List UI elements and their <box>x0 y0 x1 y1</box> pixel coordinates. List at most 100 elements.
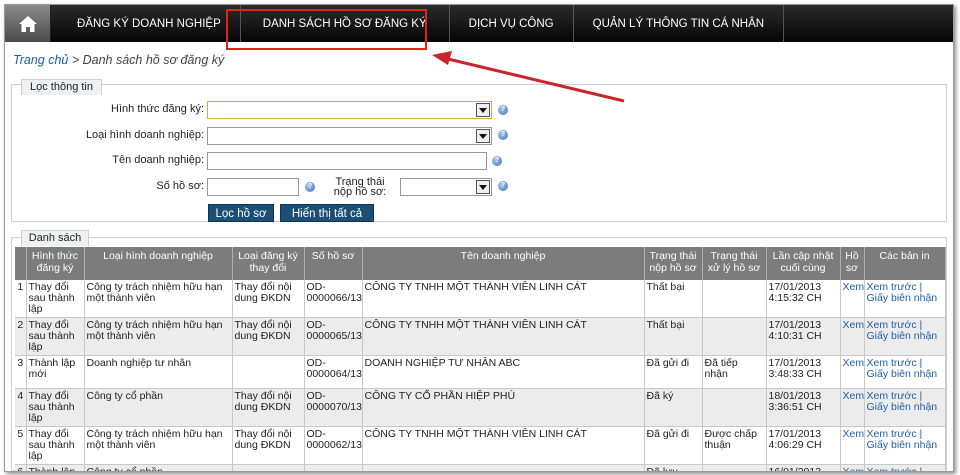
column-header: Trạng thái xử lý hồ sơ <box>702 247 767 280</box>
column-header: Hình thức đăng ký <box>26 247 85 280</box>
file-number-input[interactable] <box>207 178 299 196</box>
business-type-select[interactable] <box>207 127 492 145</box>
processing-status-cell <box>702 388 767 427</box>
list-panel-tab: Danh sách <box>21 230 89 246</box>
business-type-cell: Doanh nghiệp tư nhân <box>84 355 233 389</box>
file-number-cell: OD-0000064/13 <box>304 355 363 389</box>
print-links[interactable]: Xem trước | Giấy biên nhận <box>864 317 946 356</box>
breadcrumb-current: Danh sách hồ sơ đăng ký <box>82 53 225 67</box>
column-header: Loại hình doanh nghiệp <box>84 247 233 280</box>
file-number-cell: OD-0000070/13 <box>304 388 363 427</box>
help-icon[interactable]: ? <box>498 130 508 140</box>
filter-panel-tab: Lọc thông tin <box>21 79 102 95</box>
print-links[interactable]: Xem trước | Giấy biên nhận <box>864 426 946 465</box>
file-number-cell: OD-0000066/13 <box>304 280 363 318</box>
view-link[interactable]: Xem <box>840 388 865 427</box>
submission-status-cell: Thất bại <box>644 317 703 356</box>
change-type-cell: Thay đổi nội dung ĐKDN <box>232 280 305 318</box>
table-header-row: Hình thức đăng ký Loại hình doanh nghiệp… <box>15 247 946 280</box>
nav-public-services[interactable]: DỊCH VỤ CÔNG <box>450 5 574 42</box>
filter-panel: Lọc thông tin Hình thức đăng ký: ? Loại … <box>11 79 947 222</box>
column-header: Loại đăng ký thay đổi <box>232 247 305 280</box>
row-number: 2 <box>15 317 27 356</box>
registration-type-cell: Thành lập mới <box>26 464 85 471</box>
help-icon[interactable]: ? <box>305 182 315 192</box>
processing-status-cell <box>702 317 767 356</box>
change-type-cell: Thay đổi nội dung ĐKDN <box>232 388 305 427</box>
view-link[interactable]: Xem <box>840 426 865 465</box>
last-updated-cell: 17/01/2013 4:06:29 CH <box>766 426 841 465</box>
processing-status-cell: Được chấp thuận <box>702 426 767 465</box>
submission-status-cell: Đã gửi đi <box>644 355 703 389</box>
processing-status-cell <box>702 280 767 318</box>
submission-status-cell: Đã ký <box>644 388 703 427</box>
print-links[interactable]: Xem trước | Giấy biên nhận <box>864 464 946 471</box>
nav-business-registration[interactable]: ĐĂNG KÝ DOANH NGHIỆP <box>51 5 241 42</box>
dropdown-arrow-icon[interactable] <box>476 180 490 194</box>
row-number: 1 <box>15 280 27 318</box>
browser-frame: ĐĂNG KÝ DOANH NGHIỆP DANH SÁCH HỒ SƠ ĐĂN… <box>4 4 954 472</box>
registration-type-cell: Thay đổi sau thành lập <box>26 388 85 427</box>
last-updated-cell: 17/01/2013 4:15:32 CH <box>766 280 841 318</box>
print-links[interactable]: Xem trước | Giấy biên nhận <box>864 280 946 318</box>
file-number-cell <box>304 464 363 471</box>
list-panel: Danh sách Hình thức đăng ký Loại hình do… <box>11 230 947 471</box>
registration-type-cell: Thay đổi sau thành lập <box>26 426 85 465</box>
highlight-annotation-box <box>226 9 427 50</box>
breadcrumb-home-link[interactable]: Trang chủ <box>13 53 68 67</box>
business-name-cell <box>362 464 645 471</box>
row-number: 3 <box>15 355 27 389</box>
file-number-cell: OD-0000062/13 <box>304 426 363 465</box>
business-name-cell: CÔNG TY TNHH MỘT THÀNH VIÊN LINH CÁT <box>362 280 645 318</box>
last-updated-cell: 17/01/2013 3:48:33 CH <box>766 355 841 389</box>
submission-status-cell: Thất bại <box>644 280 703 318</box>
business-type-cell: Công ty trách nhiệm hữu hạn một thành vi… <box>84 280 233 318</box>
help-icon[interactable]: ? <box>492 156 502 166</box>
registration-type-cell: Thay đổi sau thành lập <box>26 280 85 318</box>
print-links[interactable]: Xem trước | Giấy biên nhận <box>864 355 946 389</box>
show-all-button[interactable]: Hiển thị tất cả <box>280 204 374 222</box>
home-button[interactable] <box>5 5 51 42</box>
registration-type-cell: Thành lập mới <box>26 355 85 389</box>
table-row: 4 Thay đổi sau thành lập Công ty cổ phần Th… <box>15 388 946 427</box>
registration-type-select[interactable] <box>207 101 492 119</box>
submission-status-select[interactable] <box>400 178 492 196</box>
change-type-cell: Thay đổi nội dung ĐKDN <box>232 317 305 356</box>
column-header: Các bản in <box>864 247 946 280</box>
registration-type-label: Hình thức đăng ký: <box>111 103 204 115</box>
table-row: 5 Thay đổi sau thành lập Công ty trách nhi… <box>15 426 946 465</box>
view-link[interactable]: Xem <box>840 317 865 356</box>
help-icon[interactable]: ? <box>498 105 508 115</box>
registration-type-cell: Thay đổi sau thành lập <box>26 317 85 356</box>
filter-button[interactable]: Lọc hồ sơ <box>208 204 274 222</box>
top-navigation: ĐĂNG KÝ DOANH NGHIỆP DANH SÁCH HỒ SƠ ĐĂN… <box>5 5 953 42</box>
print-links[interactable]: Xem trước | Giấy biên nhận <box>864 388 946 427</box>
help-icon[interactable]: ? <box>498 181 508 191</box>
business-name-input[interactable] <box>207 152 487 170</box>
business-type-cell: Công ty trách nhiệm hữu hạn một thành vi… <box>84 317 233 356</box>
change-type-cell <box>232 464 305 471</box>
registration-table: Hình thức đăng ký Loại hình doanh nghiệp… <box>15 247 946 471</box>
file-number-cell: OD-0000065/13 <box>304 317 363 356</box>
table-body: 1 Thay đổi sau thành lập Công ty trách nhi… <box>15 280 946 471</box>
business-type-cell: Công ty trách nhiệm hữu hạn một thành vi… <box>84 426 233 465</box>
view-link[interactable]: Xem <box>840 464 865 471</box>
nav-personal-info[interactable]: QUẢN LÝ THÔNG TIN CÁ NHÂN <box>574 5 785 42</box>
view-link[interactable]: Xem <box>840 280 865 318</box>
business-name-cell: CÔNG TY TNHH MỘT THÀNH VIÊN LINH CÁT <box>362 317 645 356</box>
table-row: 6Thành lập mớiCông ty cổ phần Đã lưu 16/01… <box>15 464 946 471</box>
business-name-cell: CÔNG TY TNHH MỘT THÀNH VIÊN LINH CÁT <box>362 426 645 465</box>
last-updated-cell: 16/01/2013 2:08:35 CH <box>766 464 841 471</box>
table-row: 3 Thành lập mới Doanh nghiệp tư nhân OD-000… <box>15 355 946 389</box>
dropdown-arrow-icon[interactable] <box>476 103 490 117</box>
business-name-cell: DOANH NGHIỆP TƯ NHÂN ABC <box>362 355 645 389</box>
column-header <box>15 247 27 280</box>
column-header: Số hồ sơ <box>304 247 363 280</box>
view-link[interactable]: Xem <box>840 355 865 389</box>
business-type-cell: Công ty cổ phần <box>84 464 233 471</box>
breadcrumb: Trang chủ > Danh sách hồ sơ đăng ký <box>13 53 224 67</box>
submission-status-cell: Đã gửi đi <box>644 426 703 465</box>
submission-status-label-line2: nộp hồ sơ: <box>333 186 387 198</box>
dropdown-arrow-icon[interactable] <box>476 129 490 143</box>
submission-status-label: Trạng thái nộp hồ sơ: <box>324 177 396 198</box>
